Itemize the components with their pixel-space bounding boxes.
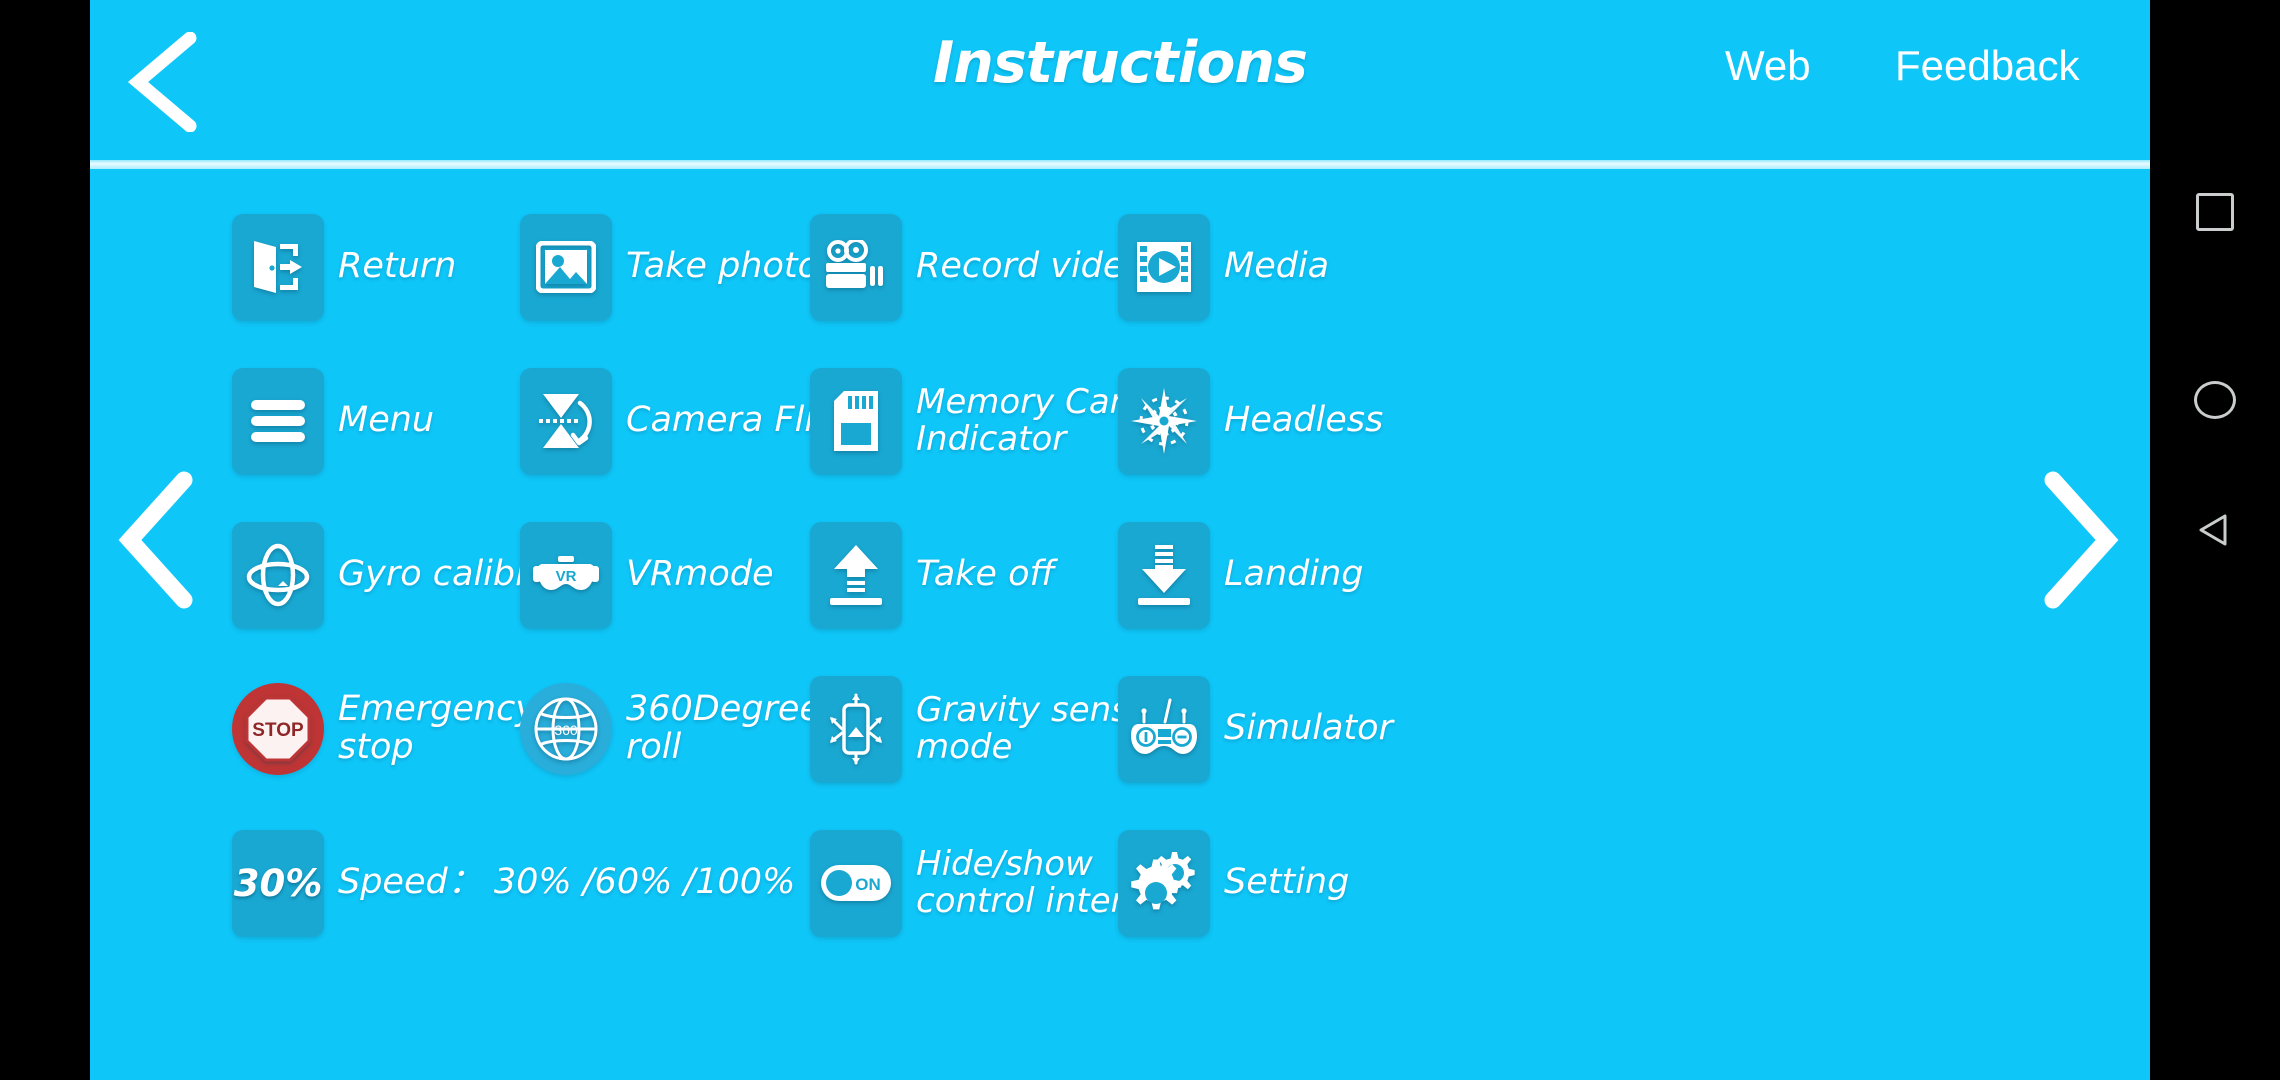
triangle-back-icon [2199, 514, 2227, 546]
grid-item-label: Speed： 30% /60% /100% [338, 862, 796, 903]
grid-item-label: VRmode [626, 554, 774, 595]
grid-item-label: Simulator [1224, 708, 1393, 749]
film-play-icon [1118, 213, 1210, 321]
grid-item-vrmode[interactable]: VR VRmode [520, 498, 774, 652]
grid-item-label: Menu [338, 400, 435, 441]
grid-item-360-roll[interactable]: 360 360Degree roll [520, 652, 821, 806]
gears-icon [1118, 829, 1210, 937]
grid-item-label: Setting [1224, 862, 1350, 903]
speed-percent-icon: 30% [232, 829, 324, 937]
arrow-up-takeoff-icon [810, 521, 902, 629]
grid-item-gravity-sensor[interactable]: Gravity sensor mode [810, 652, 1164, 806]
grid-item-label: Camera Flip [626, 400, 837, 441]
grid-item-label: Headless [1224, 400, 1384, 441]
vr-headset-icon: VR [520, 521, 612, 629]
svg-text:STOP: STOP [252, 720, 304, 741]
svg-text:VR: VR [556, 568, 577, 585]
globe-360-icon: 360 [520, 683, 612, 775]
feedback-button[interactable]: Feedback [1895, 42, 2079, 90]
grid-item-menu[interactable]: Menu [232, 344, 434, 498]
square-recents-icon [2196, 193, 2234, 231]
nav-home-button[interactable] [2183, 368, 2247, 432]
grid-row: Return Take photo Record video Media [90, 190, 2150, 344]
compass-rose-icon [1118, 367, 1210, 475]
grid-item-media[interactable]: Media [1118, 190, 1329, 344]
sd-card-icon [810, 367, 902, 475]
instructions-page: Instructions Web Feedback Return Take ph… [90, 0, 2150, 1080]
grid-item-headless[interactable]: Headless [1118, 344, 1383, 498]
grid-item-label: 360Degree roll [626, 689, 821, 767]
rc-transmitter-icon [1118, 675, 1210, 783]
grid-item-label: Take off [916, 554, 1055, 595]
grid-item-record-video[interactable]: Record video [810, 190, 1146, 344]
page-title: Instructions [933, 30, 1308, 96]
grid-item-simulator[interactable]: Simulator [1118, 652, 1393, 806]
arrow-down-landing-icon [1118, 521, 1210, 629]
grid-item-label: Landing [1224, 554, 1364, 595]
instructions-grid: Return Take photo Record video Media Men… [90, 166, 2150, 1080]
grid-item-label: Media [1224, 246, 1330, 287]
circle-home-icon [2194, 381, 2236, 419]
video-camera-icon [810, 213, 902, 321]
grid-item-emergency-stop[interactable]: STOP Emergency stop [232, 652, 536, 806]
grid-item-label: Emergency stop [338, 689, 537, 767]
stop-sign-icon: STOP [232, 683, 324, 775]
grid-row: Menu Camera Flip Memory Card Indicator H… [90, 344, 2150, 498]
nav-recents-button[interactable] [2183, 180, 2247, 244]
grid-item-take-off[interactable]: Take off [810, 498, 1055, 652]
phone-screen: Instructions Web Feedback Return Take ph… [0, 0, 2280, 1080]
grid-item-label: Record video [916, 246, 1146, 287]
camera-flip-icon [520, 367, 612, 475]
grid-item-setting[interactable]: Setting [1118, 806, 1349, 960]
grid-item-label: Return [338, 246, 457, 287]
svg-text:ON: ON [855, 875, 881, 894]
grid-row: 30% Speed： 30% /60% /100% ON Hide/show c… [90, 806, 2150, 960]
gravity-sensor-icon [810, 675, 902, 783]
grid-item-memory-card[interactable]: Memory Card - Indicator [810, 344, 1168, 498]
grid-item-landing[interactable]: Landing [1118, 498, 1363, 652]
grid-item-return[interactable]: Return [232, 190, 456, 344]
speed-badge: 30% [233, 861, 323, 905]
grid-item-label: Take photo [626, 246, 820, 287]
android-navigation-bar [2150, 0, 2280, 1080]
grid-row: STOP Emergency stop 360 360Degree roll G… [90, 652, 2150, 806]
grid-item-take-photo[interactable]: Take photo [520, 190, 819, 344]
app-header: Instructions Web Feedback [90, 0, 2150, 169]
svg-text:360: 360 [554, 722, 578, 738]
gyroscope-icon [232, 521, 324, 629]
grid-item-speed[interactable]: 30% Speed： 30% /60% /100% [232, 806, 795, 960]
toggle-on-icon: ON [810, 829, 902, 937]
nav-back-button[interactable] [2183, 498, 2247, 562]
web-button[interactable]: Web [1725, 42, 1811, 90]
hamburger-menu-icon [232, 367, 324, 475]
photo-image-icon [520, 213, 612, 321]
grid-item-camera-flip[interactable]: Camera Flip [520, 344, 836, 498]
grid-row: Gyro calibrate VR VRmode Take off Landin… [90, 498, 2150, 652]
exit-door-icon [232, 213, 324, 321]
